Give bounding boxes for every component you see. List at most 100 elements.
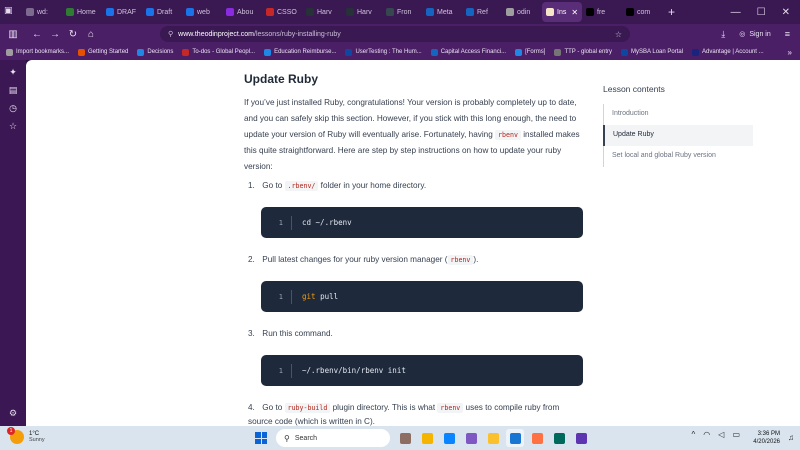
toc-title: Lesson contents bbox=[603, 84, 665, 94]
bookmarks-bar: Import bookmarks... Getting Started Decisi… bbox=[0, 44, 800, 60]
inline-code: ruby-build bbox=[284, 403, 331, 413]
back-icon[interactable]: ← bbox=[28, 29, 46, 40]
app-glyph-icon bbox=[443, 432, 455, 444]
taskbar-app-icon[interactable] bbox=[506, 429, 524, 447]
close-window-icon[interactable]: ✕ bbox=[782, 7, 790, 18]
address-bar[interactable]: ⚲ www.theodinproject.com/lessons/ruby-in… bbox=[160, 26, 630, 42]
tab-label: Ref bbox=[477, 8, 488, 16]
site-info-icon[interactable]: ⚲ bbox=[168, 30, 173, 38]
settings-gear-icon[interactable]: ⚙ bbox=[7, 407, 19, 419]
taskbar-app-icon[interactable] bbox=[440, 429, 458, 447]
bookmark-item[interactable]: Capital Access Financi... bbox=[430, 48, 507, 56]
browser-tab[interactable]: Home bbox=[62, 2, 102, 22]
signin-label: Sign in bbox=[749, 30, 771, 38]
profile-icon: ◎ bbox=[739, 31, 746, 38]
browser-tab[interactable]: Abou bbox=[222, 2, 262, 22]
browser-tab[interactable]: Harv bbox=[342, 2, 382, 22]
sidebar-toggle-icon[interactable]: ▥ bbox=[4, 29, 22, 40]
bookmark-item[interactable]: Advantage | Account ... bbox=[692, 48, 764, 56]
close-tab-icon[interactable]: ✕ bbox=[571, 8, 578, 17]
forward-icon[interactable]: → bbox=[46, 29, 64, 40]
tab-label: Fron bbox=[397, 8, 412, 16]
browser-tab[interactable]: com bbox=[622, 2, 662, 22]
taskbar-app-icon[interactable] bbox=[572, 429, 590, 447]
clock-date: 4/20/2026 bbox=[753, 439, 780, 445]
library-icon[interactable]: ▤ bbox=[7, 84, 19, 96]
bookmark-item[interactable]: Getting Started bbox=[78, 48, 128, 56]
taskbar-app-icon[interactable] bbox=[418, 429, 436, 447]
step-number: 3. bbox=[248, 329, 255, 338]
browser-tab[interactable]: odin bbox=[502, 2, 542, 22]
bookmark-label: [Forms] bbox=[525, 49, 546, 55]
browser-tab[interactable]: Fron bbox=[382, 2, 422, 22]
tab-favicon-icon bbox=[186, 8, 194, 16]
browser-tab[interactable]: Harv bbox=[302, 2, 342, 22]
history-icon[interactable]: ◷ bbox=[7, 102, 19, 114]
minimize-icon[interactable]: — bbox=[731, 7, 741, 18]
toc-item-set-ruby-version[interactable]: Set local and global Ruby version bbox=[604, 146, 753, 167]
weather-widget[interactable]: 1 1°C Sunny bbox=[7, 427, 45, 444]
start-windows-icon[interactable] bbox=[255, 432, 267, 444]
step-number: 2. bbox=[248, 255, 255, 264]
line-number: 1 bbox=[278, 366, 283, 375]
home-icon[interactable]: ⌂ bbox=[82, 29, 100, 40]
taskbar-app-icon[interactable] bbox=[528, 429, 546, 447]
chevron-up-icon[interactable]: ^ bbox=[692, 430, 696, 439]
downloads-icon[interactable]: ⤓ bbox=[721, 29, 725, 40]
menu-icon[interactable]: ≡ bbox=[785, 29, 790, 39]
tab-actions-icon[interactable]: ▣ bbox=[4, 5, 18, 19]
tab-label: Abou bbox=[237, 8, 254, 16]
notifications-bell-icon[interactable]: ♫ bbox=[788, 433, 794, 442]
browser-tab[interactable]: fre bbox=[582, 2, 622, 22]
browser-tab[interactable]: CSSO bbox=[262, 2, 302, 22]
browser-tab[interactable]: Ref bbox=[462, 2, 502, 22]
bookmark-item[interactable]: UserTesting : The Hum... bbox=[345, 48, 422, 56]
bookmark-item[interactable]: MySBA Loan Portal bbox=[621, 48, 683, 56]
lesson-contents: Lesson contents Introduction Update Ruby… bbox=[603, 84, 753, 167]
tab-label: odin bbox=[517, 8, 531, 16]
new-tab-button[interactable]: + bbox=[662, 5, 681, 19]
refresh-icon[interactable]: ↻ bbox=[64, 29, 82, 40]
line-number: 1 bbox=[278, 218, 283, 227]
tab-favicon-icon bbox=[226, 8, 234, 16]
more-bookmarks-icon[interactable]: » bbox=[788, 48, 792, 57]
taskbar-app-icon[interactable] bbox=[550, 429, 568, 447]
maximize-icon[interactable]: ☐ bbox=[757, 7, 766, 18]
bookmark-item[interactable]: To-dos - Global Peopl... bbox=[182, 48, 255, 56]
tab-favicon-icon bbox=[426, 8, 434, 16]
browser-tab[interactable]: Draft bbox=[142, 2, 182, 22]
code-block-2[interactable]: 1 git pull bbox=[261, 281, 583, 312]
bookmark-label: UserTesting : The Hum... bbox=[355, 49, 422, 55]
taskbar-app-icon[interactable] bbox=[462, 429, 480, 447]
bookmark-item[interactable]: Education Reimburse... bbox=[264, 48, 336, 56]
code-block-1[interactable]: 1 cd ~/.rbenv bbox=[261, 207, 583, 238]
bookmark-item[interactable]: Decisions bbox=[137, 48, 173, 56]
battery-icon[interactable]: ▭ bbox=[732, 430, 740, 439]
bookmark-star-icon[interactable]: ☆ bbox=[615, 30, 622, 39]
code-block-3[interactable]: 1 ~/.rbenv/bin/rbenv init bbox=[261, 355, 583, 386]
step-number: 4. bbox=[248, 403, 255, 412]
browser-tab[interactable]: wd: bbox=[22, 2, 62, 22]
clock[interactable]: 3:36 PM 4/20/2026 bbox=[753, 430, 780, 446]
bookmark-label: Capital Access Financi... bbox=[440, 49, 507, 55]
browser-tab[interactable]: Meta bbox=[422, 2, 462, 22]
browser-tab[interactable]: web bbox=[182, 2, 222, 22]
account-icon[interactable]: ◎ Sign in bbox=[739, 30, 771, 39]
taskbar-app-icon[interactable] bbox=[484, 429, 502, 447]
bookmarks-star-icon[interactable]: ☆ bbox=[7, 120, 19, 132]
taskbar-search[interactable]: ⚲ Search bbox=[276, 429, 390, 447]
toc-item-update-ruby[interactable]: Update Ruby bbox=[603, 125, 753, 146]
wifi-icon[interactable]: ◠ bbox=[703, 430, 710, 439]
toc-item-introduction[interactable]: Introduction bbox=[604, 104, 753, 125]
sparkle-icon[interactable]: ✦ bbox=[7, 66, 19, 78]
step-text: plugin directory. This is what bbox=[332, 403, 436, 412]
bookmark-item[interactable]: [Forms] bbox=[515, 48, 546, 56]
tab-favicon-icon bbox=[466, 8, 474, 16]
bookmark-item[interactable]: TTP - global entry bbox=[554, 48, 612, 56]
tab-label: Ins bbox=[557, 8, 567, 16]
browser-tab[interactable]: DRAF bbox=[102, 2, 142, 22]
taskbar-app-icon[interactable] bbox=[396, 429, 414, 447]
browser-tab[interactable]: Ins ✕ bbox=[542, 2, 582, 22]
bookmark-item[interactable]: Import bookmarks... bbox=[6, 48, 69, 56]
speaker-icon[interactable]: ◁ bbox=[718, 430, 724, 439]
